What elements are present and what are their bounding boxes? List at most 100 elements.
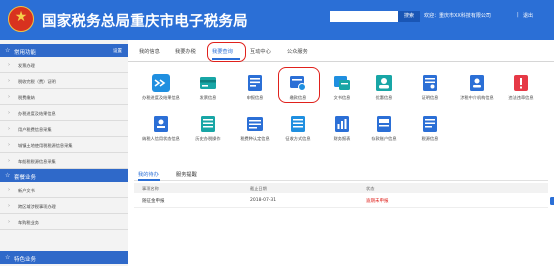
query-item-label: 历史办税操作	[195, 136, 221, 141]
welcome-text: 欢迎：重庆市XX科技有限公司	[424, 13, 491, 19]
discount-user-icon	[376, 75, 392, 91]
sidebar-item-label: 税收完税（费）证明	[18, 78, 56, 84]
sidebar-item-label: 发票办理	[18, 62, 35, 68]
due-date: 2018-07-31	[250, 198, 277, 203]
top-header: ★ 国家税务总局重庆市电子税务局 搜索 欢迎：重庆市XX科技有限公司 | 退出	[0, 0, 554, 40]
highlight-oval	[207, 42, 246, 62]
query-item-agency[interactable]: 涉税中介机构信息	[452, 71, 502, 117]
sidebar-item[interactable]: › 办税进度及结果信息	[0, 105, 128, 121]
sidebar-item[interactable]: › 跨区域涉税事项办理	[0, 198, 128, 214]
bullet-icon: ›	[8, 110, 10, 116]
tab-service-reminder[interactable]: 服务提醒	[176, 171, 197, 178]
sidebar: ☆ 常用功能 设置 › 发票办理 › 税收完税（费）证明 › 税费缴纳 › 办税进度及结…	[0, 40, 128, 266]
star-icon: ☆	[5, 47, 11, 54]
bullet-icon: ›	[8, 142, 10, 148]
sidebar-item-label: 车船税税源信息采集	[18, 158, 56, 164]
task-name: 随征金申报	[142, 199, 165, 204]
sidebar-item[interactable]: › 税收完税（费）证明	[0, 73, 128, 89]
sidebar-item[interactable]: › 新户文书	[0, 182, 128, 198]
settings-link[interactable]: 设置	[113, 48, 122, 54]
bullet-icon: ›	[8, 62, 10, 68]
sidebar-item-label: 办税进度及结果信息	[18, 110, 56, 116]
credit-icon	[154, 116, 168, 132]
query-item-label: 存款账户信息	[371, 136, 397, 141]
tab-my-info[interactable]: 我的信息	[139, 48, 160, 55]
star-icon: ☆	[5, 254, 11, 261]
bullet-icon: ›	[8, 187, 10, 193]
sidebar-section-common[interactable]: ☆ 常用功能 设置	[0, 44, 128, 57]
sidebar-item[interactable]: › 税费缴纳	[0, 89, 128, 105]
star-icon: ☆	[5, 172, 11, 179]
query-item-history[interactable]: 历史办税操作	[183, 112, 233, 158]
tab-interaction[interactable]: 互动中心	[250, 48, 271, 55]
tab-my-todo[interactable]: 我的待办	[138, 171, 159, 178]
search-input[interactable]	[330, 11, 398, 22]
query-item-collection[interactable]: 征收方式信息	[273, 112, 323, 158]
tab-tax-handling[interactable]: 我要办税	[175, 48, 196, 55]
sidebar-item-label: 新户文书	[18, 187, 35, 193]
sidebar-item-label: 用户税费信息采集	[18, 126, 52, 132]
sidebar-item[interactable]: › 车船税税源信息采集	[0, 153, 128, 169]
history-icon	[201, 116, 215, 132]
invoice-icon	[200, 77, 216, 89]
bullet-icon: ›	[8, 126, 10, 132]
section-label: 特色业务	[14, 256, 37, 263]
search-button[interactable]: 搜索	[398, 11, 420, 22]
query-item-label: 办税进度及结果信息	[142, 95, 180, 100]
query-item-account[interactable]: 存款账户信息	[359, 112, 409, 158]
bullet-icon: ›	[8, 219, 10, 225]
query-item-label: 证明信息	[421, 95, 439, 100]
site-title: 国家税务总局重庆市电子税务局	[42, 14, 248, 30]
query-item-label: 税源信息	[421, 136, 439, 141]
query-item-label: 纳税人信用状态信息	[142, 136, 180, 141]
query-item-label: 优惠信息	[375, 95, 393, 100]
status-text: 逾期未申报	[366, 199, 389, 204]
query-item-invoice[interactable]: 发票信息	[183, 71, 233, 117]
collection-icon	[291, 116, 305, 132]
bullet-icon: ›	[8, 203, 10, 209]
header-separator: |	[517, 12, 519, 18]
sidebar-item[interactable]: › 车购税业务	[0, 214, 128, 230]
sidebar-item[interactable]: › 用户税费信息采集	[0, 121, 128, 137]
logout-link[interactable]: 退出	[523, 12, 533, 19]
progress-arrows-icon	[152, 74, 170, 92]
query-item-progress[interactable]: 办税进度及结果信息	[136, 71, 186, 117]
declaration-icon	[248, 75, 262, 91]
bullet-icon: ›	[8, 78, 10, 84]
emblem-icon: ★	[8, 6, 34, 32]
tab-public-service[interactable]: 公众服务	[287, 48, 308, 55]
handle-button[interactable]: 办理	[550, 196, 554, 205]
query-item-certificate[interactable]: 证明信息	[405, 71, 455, 117]
column-header: 事项名称	[142, 185, 159, 191]
column-header: 截止日期	[250, 185, 267, 191]
tax-source-icon	[423, 116, 437, 132]
bullet-icon: ›	[8, 94, 10, 100]
sidebar-section-package[interactable]: ☆ 套餐业务	[0, 169, 128, 182]
sidebar-item[interactable]: › 发票办理	[0, 57, 128, 73]
active-lower-tab-underline	[138, 179, 160, 181]
account-icon	[377, 116, 391, 132]
query-item-label: 涉税中介机构信息	[460, 95, 494, 100]
section-label: 常用功能	[14, 49, 37, 56]
sidebar-section-special[interactable]: ☆ 特色业务	[0, 251, 128, 264]
query-item-tax-source[interactable]: 税源信息	[405, 112, 455, 158]
query-item-credit[interactable]: 纳税人信用状态信息	[136, 112, 186, 158]
section-label: 套餐业务	[14, 174, 37, 181]
certificate-icon	[423, 75, 437, 91]
document-icon	[334, 76, 350, 90]
query-item-label: 违法违章信息	[508, 95, 534, 100]
query-item-discount[interactable]: 优惠信息	[359, 71, 409, 117]
bullet-icon: ›	[8, 158, 10, 164]
todo-table-header: 事项名称 截止日期 状态 操作	[134, 183, 548, 193]
query-item-label: 征收方式信息	[285, 136, 311, 141]
highlight-oval	[278, 67, 320, 103]
tax-type-icon	[247, 117, 263, 131]
warning-icon	[514, 75, 528, 91]
sidebar-item-label: 跨区域涉税事项办理	[18, 203, 56, 209]
sidebar-item-label: 税费缴纳	[18, 94, 35, 100]
sidebar-item-label: 车购税业务	[18, 219, 39, 225]
column-header: 状态	[366, 185, 375, 191]
sidebar-item-label: 城镇土地使用税税源信息采集	[18, 142, 73, 148]
sidebar-item[interactable]: › 城镇土地使用税税源信息采集	[0, 137, 128, 153]
query-item-violation[interactable]: 违法违章信息	[496, 71, 546, 117]
